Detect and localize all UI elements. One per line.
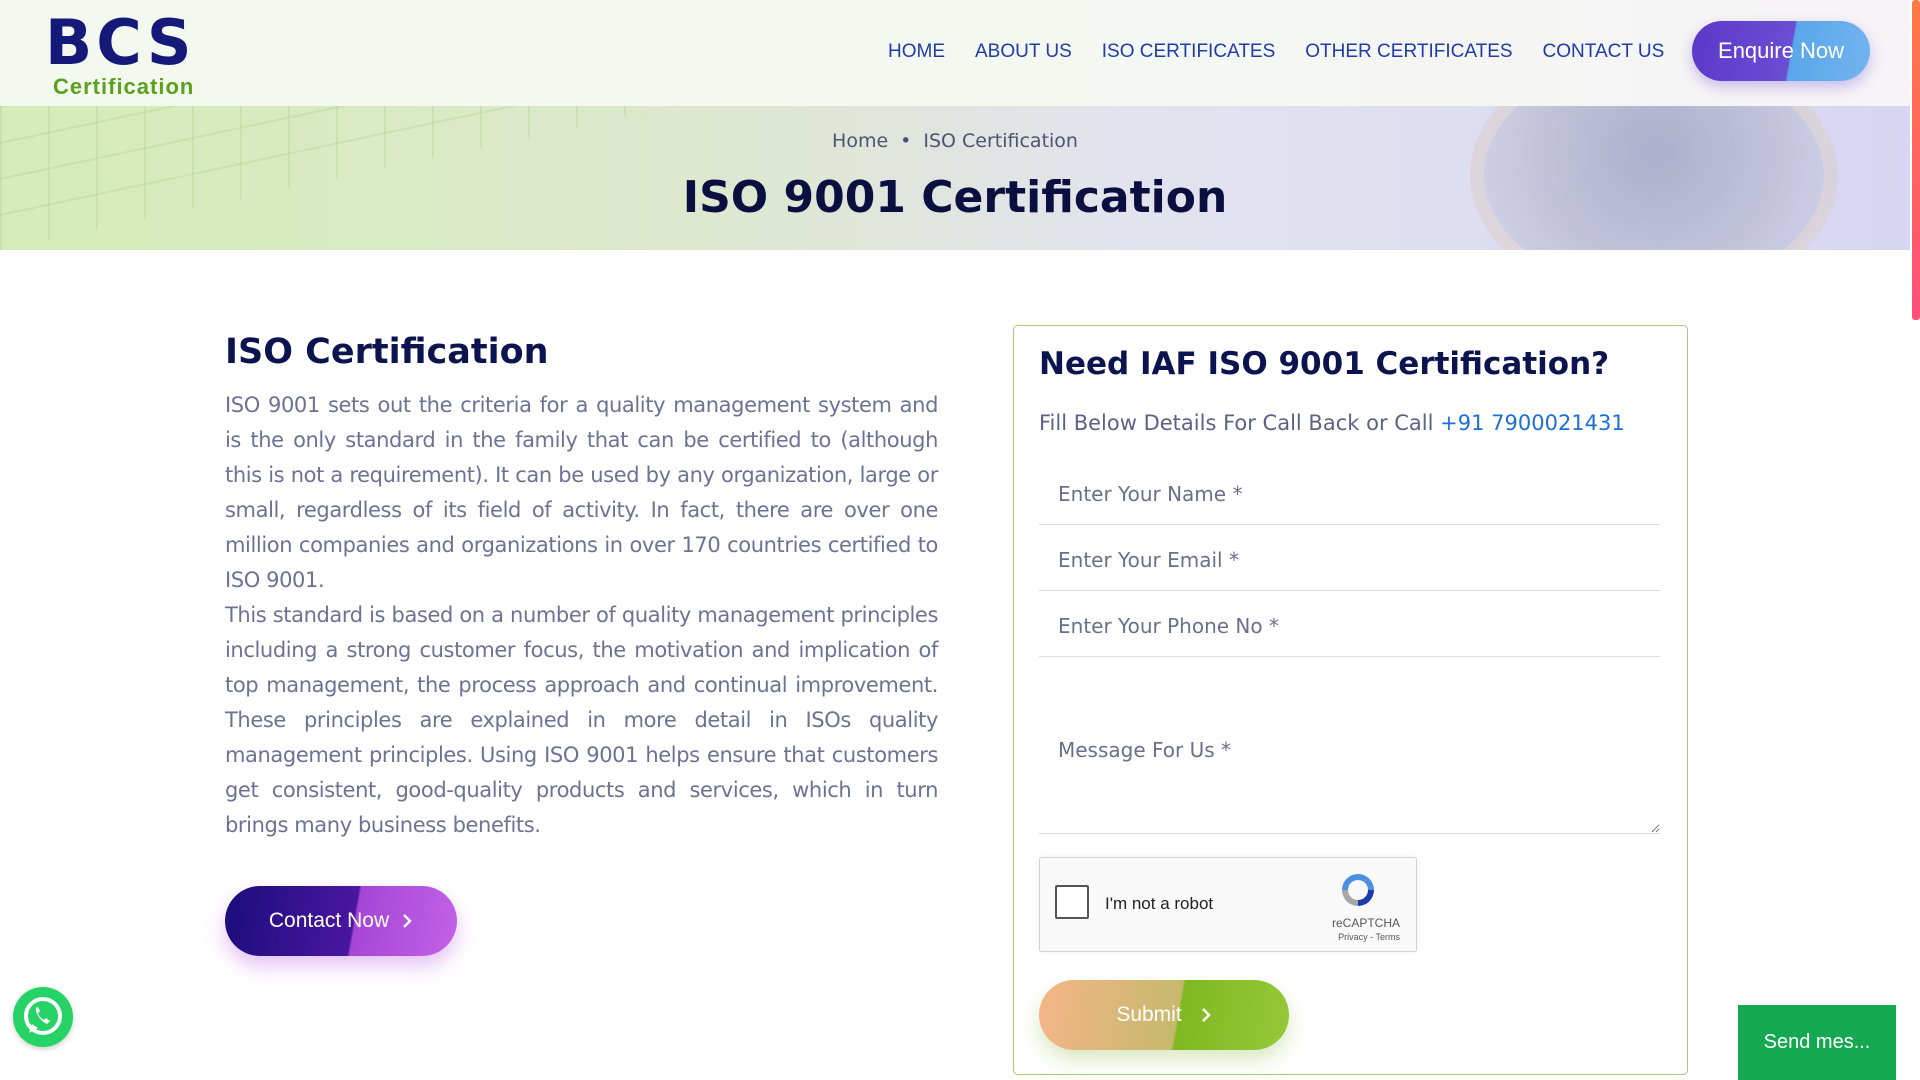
form-subtitle: Fill Below Details For Call Back or Call…	[1039, 411, 1625, 435]
paragraph-intro: ISO 9001 sets out the criteria for a qua…	[225, 393, 938, 592]
nav-contact-us[interactable]: CONTACT US	[1543, 41, 1665, 63]
submit-button[interactable]: Submit	[1039, 980, 1289, 1050]
recaptcha-checkbox[interactable]	[1055, 885, 1089, 919]
name-input[interactable]	[1039, 463, 1660, 525]
phone-link[interactable]: +91 7900021431	[1440, 411, 1625, 435]
email-input[interactable]	[1039, 529, 1660, 591]
recaptcha-widget: I'm not a robot reCAPTCHA Privacy - Term…	[1039, 857, 1417, 952]
phone-input[interactable]	[1039, 595, 1660, 657]
contact-now-label: Contact Now	[268, 909, 390, 932]
recaptcha-links[interactable]: Privacy - Terms	[1338, 932, 1400, 942]
page-banner: Home • ISO Certification ISO 9001 Certific…	[0, 106, 1910, 250]
form-title: Need IAF ISO 9001 Certification?	[1039, 346, 1610, 382]
whatsapp-button[interactable]	[13, 987, 73, 1047]
breadcrumb-home[interactable]: Home	[832, 130, 888, 152]
enquire-now-button[interactable]: Enquire Now	[1692, 21, 1870, 81]
whatsapp-icon	[24, 997, 62, 1035]
message-textarea[interactable]	[1039, 718, 1660, 834]
paragraph-principles: This standard is based on a number of qu…	[225, 603, 938, 837]
breadcrumb-current: ISO Certification	[923, 130, 1078, 152]
recaptcha-brand: reCAPTCHA	[1331, 916, 1400, 930]
site-header: BCS Certification HOME ABOUT US ISO CERT…	[0, 0, 1910, 106]
submit-label: Submit	[1116, 1003, 1182, 1026]
contact-now-button[interactable]: Contact Now	[225, 886, 457, 956]
recaptcha-label: I'm not a robot	[1105, 894, 1214, 913]
nav-home[interactable]: HOME	[888, 41, 945, 63]
nav-other-certificates[interactable]: OTHER CERTIFICATES	[1305, 41, 1512, 63]
logo-mark: BCS	[45, 6, 196, 79]
breadcrumb-separator-icon: •	[900, 130, 912, 152]
chevron-right-icon	[1201, 1008, 1211, 1022]
main-nav: HOME ABOUT US ISO CERTIFICATES OTHER CER…	[888, 41, 1694, 63]
content-column: ISO Certification ISO 9001 sets out the …	[225, 332, 938, 843]
nav-about-us[interactable]: ABOUT US	[975, 41, 1072, 63]
recaptcha-icon	[1342, 874, 1374, 906]
send-message-button[interactable]: Send mes...	[1738, 1005, 1896, 1080]
callback-form: Need IAF ISO 9001 Certification? Fill Be…	[1013, 325, 1688, 1075]
scrollbar-thumb[interactable]	[1912, 0, 1920, 320]
page-title: ISO 9001 Certification	[682, 172, 1228, 223]
breadcrumb: Home • ISO Certification	[0, 130, 1910, 152]
logo[interactable]: BCS Certification	[45, 12, 205, 100]
logo-subtitle: Certification	[53, 74, 195, 99]
chevron-right-icon	[403, 914, 412, 928]
form-subtitle-text: Fill Below Details For Call Back or Call	[1039, 411, 1434, 435]
nav-iso-certificates[interactable]: ISO CERTIFICATES	[1102, 41, 1276, 63]
section-title: ISO Certification	[225, 332, 549, 372]
